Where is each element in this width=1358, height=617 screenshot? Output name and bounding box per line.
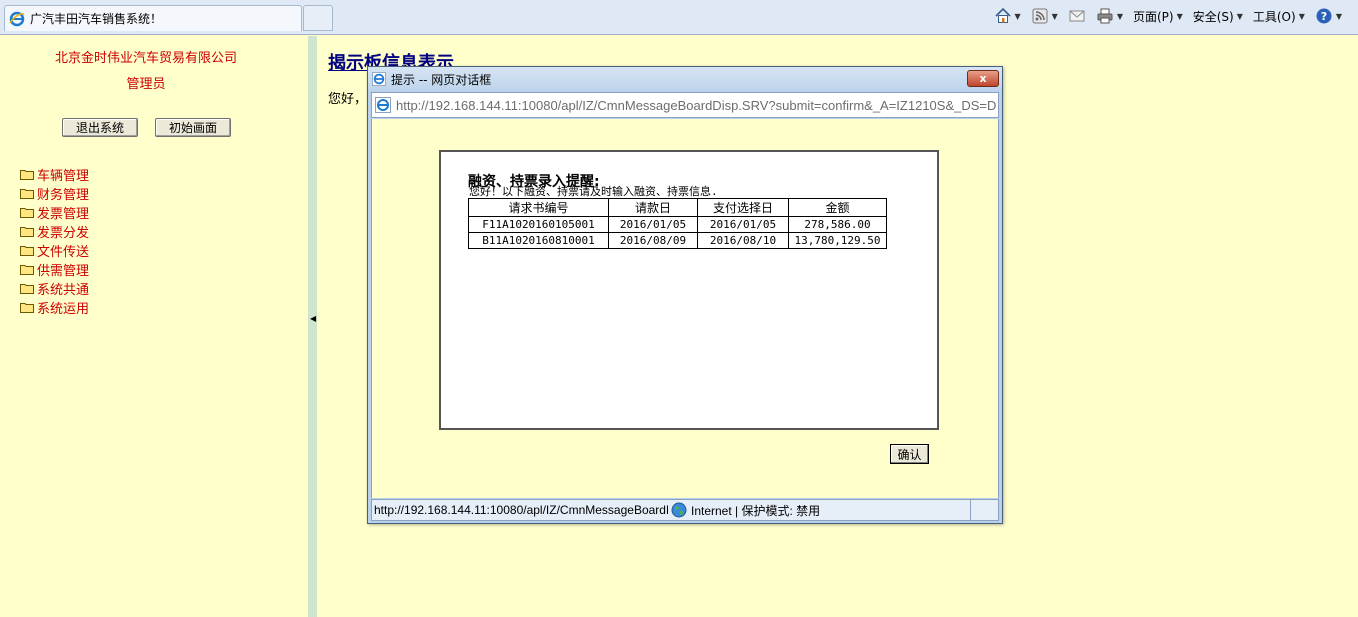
- dialog-titlebar[interactable]: 提示 -- 网页对话框 x: [368, 67, 1002, 91]
- folder-icon: [20, 265, 34, 275]
- sidebar-item-vehicle[interactable]: 车辆管理: [20, 165, 89, 184]
- sidebar-menu: 车辆管理 财务管理 发票管理 发票分发 文件传送 供需管理 系统共通 系统运用: [20, 165, 89, 317]
- chevron-down-icon: ▼: [1116, 11, 1123, 21]
- security-zone[interactable]: Internet | 保护模式: 禁用: [668, 502, 820, 519]
- ie-icon: [372, 72, 386, 86]
- help-icon: ?: [1316, 8, 1332, 24]
- close-button[interactable]: x: [967, 70, 999, 87]
- frame-splitter[interactable]: ◀: [308, 36, 317, 617]
- home-screen-button[interactable]: 初始画面: [155, 118, 231, 137]
- browser-tab[interactable]: 广汽丰田汽车销售系统！: [4, 5, 302, 31]
- dialog-body: 融资、持票录入提醒: 您好！以下融资、持票请及时输入融资、持票信息. 请求书编号…: [371, 119, 999, 498]
- chevron-down-icon: ▼: [1051, 11, 1058, 21]
- financing-table: 请求书编号 请款日 支付选择日 金额 F11A1020160105001 201…: [468, 198, 887, 249]
- sidebar-item-invoice-dist[interactable]: 发票分发: [20, 222, 89, 241]
- svg-text:?: ?: [1321, 10, 1327, 23]
- mail-button[interactable]: [1068, 7, 1086, 25]
- folder-icon: [20, 189, 34, 199]
- print-button[interactable]: ▼: [1096, 7, 1123, 25]
- printer-icon: [1097, 8, 1113, 24]
- status-url: http://192.168.144.11:10080/apl/IZ/CmnMe…: [374, 503, 668, 517]
- chevron-down-icon: ▼: [1014, 11, 1021, 21]
- sidebar-item-label: 文件传送: [37, 245, 90, 260]
- logout-button[interactable]: 退出系统: [62, 118, 138, 137]
- column-header: 金额: [788, 198, 887, 217]
- tools-menu-label: 工具(O): [1252, 9, 1296, 24]
- table-cell: F11A1020160105001: [468, 216, 609, 233]
- command-bar: ▼ ▼ ▼ 页面(P) ▼ 安全(S) ▼ 工具(O) ▼ ? ▼: [994, 6, 1342, 26]
- safety-menu-label: 安全(S): [1192, 9, 1234, 24]
- folder-icon: [20, 170, 34, 180]
- folder-icon: [20, 284, 34, 294]
- sidebar-item-label: 发票分发: [37, 226, 90, 241]
- sidebar-item-file-transfer[interactable]: 文件传送: [20, 241, 89, 260]
- sidebar-item-common[interactable]: 系统共通: [20, 279, 89, 298]
- table-cell: 2016/08/10: [697, 232, 789, 249]
- dialog-title: 提示 -- 网页对话框: [391, 72, 492, 87]
- table-cell: 278,586.00: [788, 216, 887, 233]
- dialog-statusbar: http://192.168.144.11:10080/apl/IZ/CmnMe…: [371, 499, 999, 521]
- zone-label: Internet | 保护模式: 禁用: [691, 503, 821, 518]
- collapse-arrow-icon[interactable]: ◀: [310, 314, 316, 323]
- sidebar-item-label: 车辆管理: [37, 169, 90, 184]
- status-resize-area: [970, 500, 998, 520]
- table-cell: 13,780,129.50: [788, 232, 887, 249]
- table-header-row: 请求书编号 请款日 支付选择日 金额: [468, 198, 887, 217]
- chevron-down-icon: ▼: [1298, 11, 1305, 21]
- sidebar-item-supply[interactable]: 供需管理: [20, 260, 89, 279]
- chevron-down-icon: ▼: [1176, 11, 1183, 21]
- greeting-text: 您好，: [328, 92, 368, 107]
- page-menu[interactable]: 页面(P) ▼: [1133, 8, 1183, 25]
- ie-icon: [375, 97, 391, 113]
- sidebar-item-operation[interactable]: 系统运用: [20, 298, 89, 317]
- folder-icon: [20, 208, 34, 218]
- browser-toolbar: 广汽丰田汽车销售系统！ ▼ ▼ ▼ 页面(P) ▼ 安全(S) ▼ 工具(O) …: [0, 0, 1358, 35]
- help-button[interactable]: ? ▼: [1315, 7, 1342, 25]
- table-cell: 2016/08/09: [608, 232, 698, 249]
- home-icon: [994, 7, 1011, 23]
- chevron-down-icon: ▼: [1236, 11, 1243, 21]
- mail-icon: [1069, 10, 1085, 22]
- confirm-button[interactable]: 确认: [890, 444, 929, 464]
- sidebar-item-invoice[interactable]: 发票管理: [20, 203, 89, 222]
- folder-icon: [20, 303, 34, 313]
- left-frame: 北京金时伟业汽车贸易有限公司 管理员 退出系统 初始画面 车辆管理 财务管理 发…: [0, 36, 308, 617]
- table-row: B11A1020160810001 2016/08/09 2016/08/10 …: [468, 232, 887, 249]
- tab-title: 广汽丰田汽车销售系统！: [30, 12, 163, 26]
- new-tab-button[interactable]: [303, 5, 333, 31]
- sidebar-item-finance[interactable]: 财务管理: [20, 184, 89, 203]
- column-header: 请款日: [608, 198, 698, 217]
- feeds-button[interactable]: ▼: [1031, 7, 1058, 25]
- rss-icon: [1032, 8, 1048, 24]
- sidebar-item-label: 系统共通: [37, 283, 90, 298]
- table-row: F11A1020160105001 2016/01/05 2016/01/05 …: [468, 216, 887, 233]
- globe-icon: [671, 502, 687, 518]
- folder-icon: [20, 227, 34, 237]
- sidebar-item-label: 系统运用: [37, 302, 90, 317]
- dialog-url: http://192.168.144.11:10080/apl/IZ/CmnMe…: [396, 97, 996, 113]
- message-subtext: 您好！以下融资、持票请及时输入融资、持票信息.: [469, 185, 718, 198]
- ie-icon: [9, 11, 25, 26]
- column-header: 请求书编号: [468, 198, 609, 217]
- web-dialog: 提示 -- 网页对话框 x http://192.168.144.11:1008…: [367, 66, 1003, 524]
- dialog-address-bar[interactable]: http://192.168.144.11:10080/apl/IZ/CmnMe…: [371, 92, 999, 118]
- page-menu-label: 页面(P): [1132, 9, 1174, 24]
- home-button[interactable]: ▼: [994, 7, 1021, 25]
- safety-menu[interactable]: 安全(S) ▼: [1193, 8, 1243, 25]
- sidebar-item-label: 发票管理: [37, 207, 90, 222]
- tools-menu[interactable]: 工具(O) ▼: [1253, 8, 1305, 25]
- table-cell: B11A1020160810001: [468, 232, 609, 249]
- table-cell: 2016/01/05: [608, 216, 698, 233]
- company-name: 北京金时伟业汽车贸易有限公司: [54, 51, 237, 66]
- sidebar-item-label: 供需管理: [37, 264, 90, 279]
- folder-icon: [20, 246, 34, 256]
- column-header: 支付选择日: [697, 198, 789, 217]
- table-cell: 2016/01/05: [697, 216, 789, 233]
- user-role: 管理员: [126, 77, 166, 92]
- chevron-down-icon: ▼: [1335, 11, 1342, 21]
- sidebar-item-label: 财务管理: [37, 188, 90, 203]
- message-box: 融资、持票录入提醒: 您好！以下融资、持票请及时输入融资、持票信息. 请求书编号…: [439, 150, 939, 430]
